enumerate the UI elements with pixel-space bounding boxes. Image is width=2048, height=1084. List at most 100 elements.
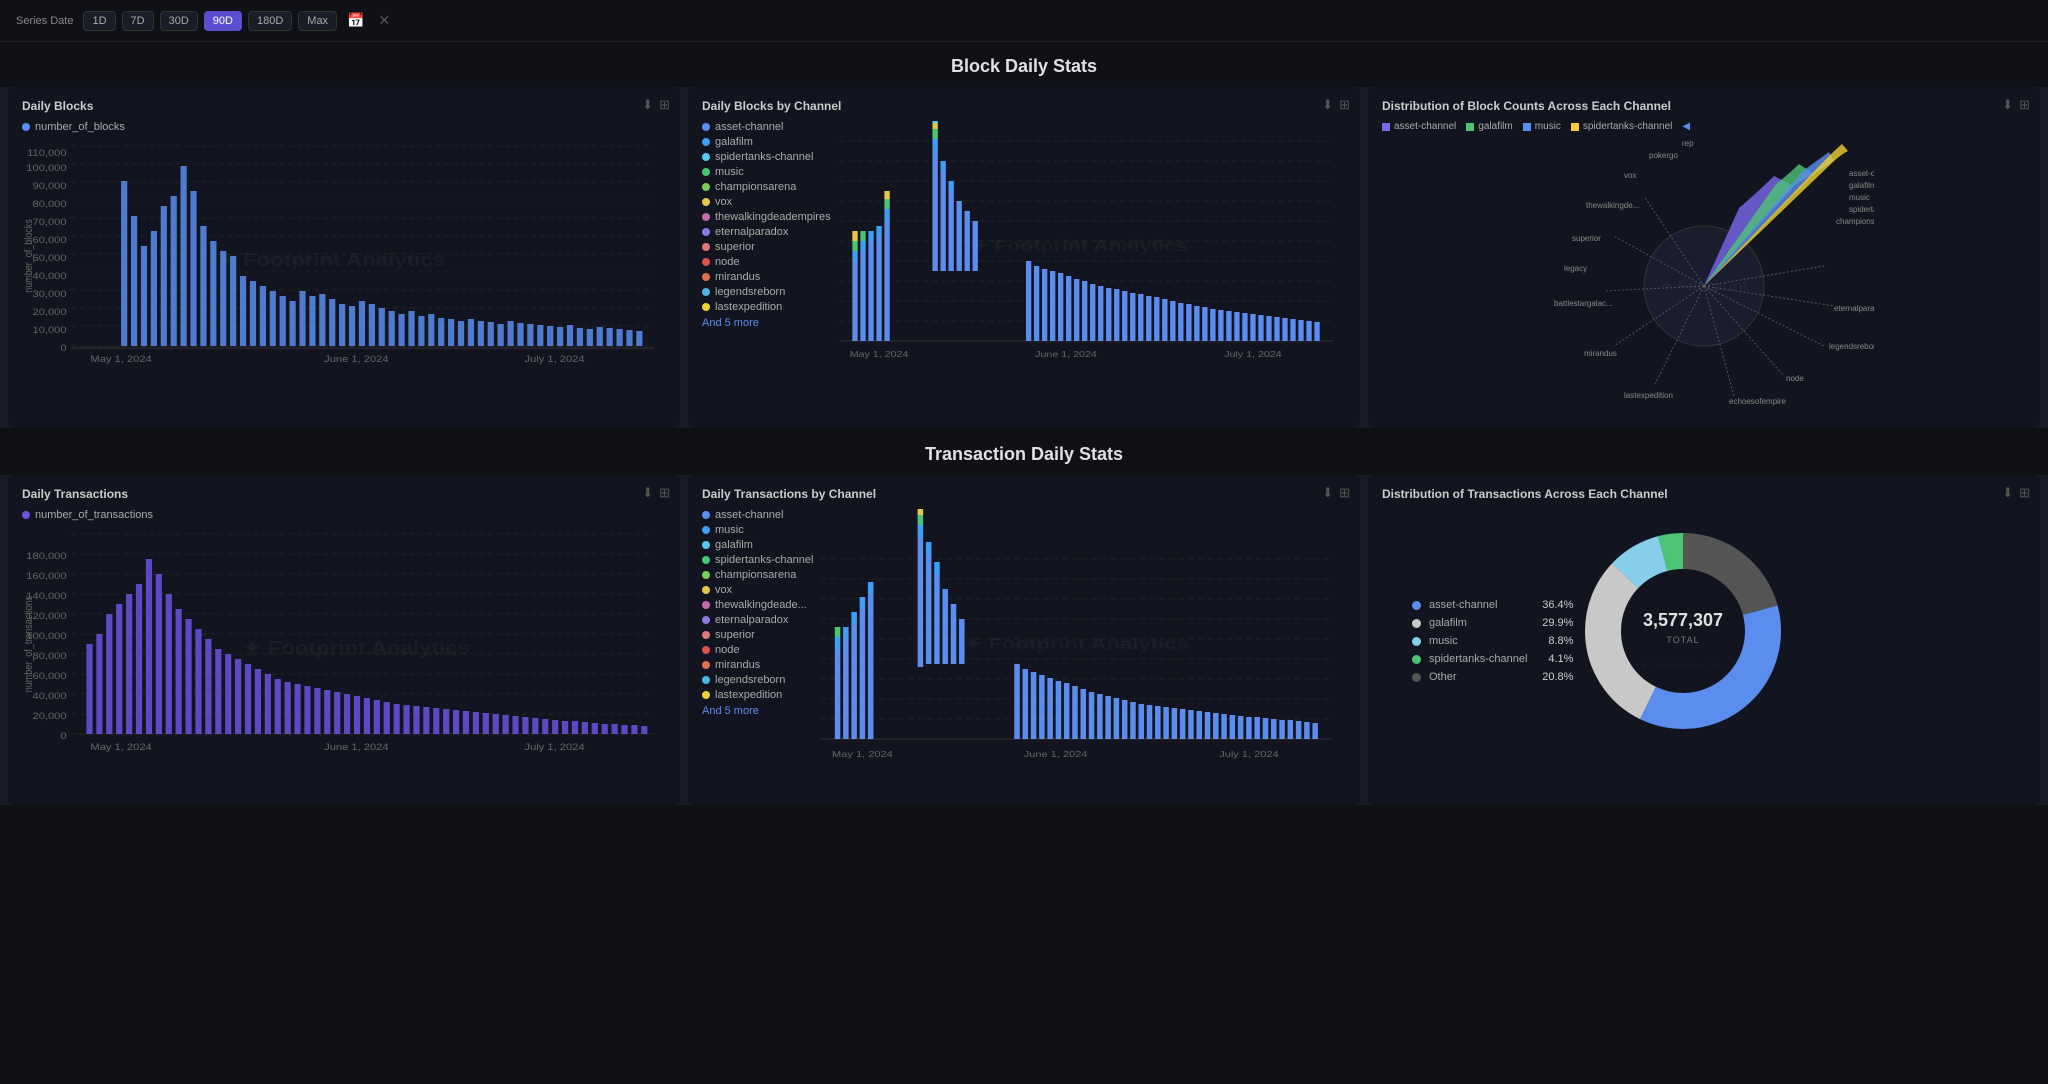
tx-label-10: mirandus <box>715 659 760 671</box>
svg-text:July 1, 2024: July 1, 2024 <box>524 743 584 753</box>
close-icon[interactable]: ✕ <box>375 10 395 31</box>
settings-btn-4[interactable]: ⊞ <box>659 485 670 501</box>
date-btn-max[interactable]: Max <box>298 11 337 31</box>
date-btn-1d[interactable]: 1D <box>83 11 115 31</box>
settings-btn-5[interactable]: ⊞ <box>1339 485 1350 501</box>
legend-label-0: asset-channel <box>715 121 784 133</box>
download-btn-2[interactable]: ⬇ <box>1322 97 1333 113</box>
tx-legend-6: thewalkingdeade... <box>702 599 813 611</box>
date-btn-30d[interactable]: 30D <box>160 11 198 31</box>
tx-label-3: spidertanks-channel <box>715 554 813 566</box>
legend-dot-2 <box>702 153 710 161</box>
tx-dot-12 <box>702 691 710 699</box>
svg-text:May 1, 2024: May 1, 2024 <box>849 349 908 358</box>
legend-label-8: superior <box>715 241 755 253</box>
donut-pct-4: 20.8% <box>1535 671 1573 683</box>
download-btn-5[interactable]: ⬇ <box>1322 485 1333 501</box>
legend-item-7: eternalparadox <box>702 226 831 238</box>
svg-text:50,000: 50,000 <box>33 254 67 264</box>
donut-legend-3: spidertanks-channel 4.1% <box>1412 653 1573 665</box>
daily-tx-actions: ⬇ ⊞ <box>642 485 670 501</box>
svg-text:40,000: 40,000 <box>33 272 67 282</box>
tx-dist-legend: asset-channel 36.4% galafilm 29.9% music… <box>1412 599 1573 683</box>
svg-text:battlestargalac...: battlestargalac... <box>1554 299 1613 308</box>
legend-label-tx: number_of_transactions <box>35 509 153 521</box>
legend-item-9: node <box>702 256 831 268</box>
tx-by-channel-actions: ⬇ ⊞ <box>1322 485 1350 501</box>
settings-btn-6[interactable]: ⊞ <box>2019 485 2030 501</box>
donut-label-3: spidertanks-channel <box>1429 653 1527 665</box>
donut-pct-2: 8.8% <box>1535 635 1573 647</box>
legend-dot-11 <box>702 288 710 296</box>
blocks-channel-legend: asset-channel galafilm spidertanks-chann… <box>702 121 831 361</box>
tx-legend-9: node <box>702 644 813 656</box>
svg-text:30,000: 30,000 <box>33 290 67 300</box>
date-btn-7d[interactable]: 7D <box>122 11 154 31</box>
tx-legend-1: music <box>702 524 813 536</box>
download-btn-6[interactable]: ⬇ <box>2002 485 2013 501</box>
svg-text:80,000: 80,000 <box>33 652 67 662</box>
settings-btn-2[interactable]: ⊞ <box>1339 97 1350 113</box>
blocks-by-channel-title: Daily Blocks by Channel <box>702 99 1346 113</box>
svg-text:eternalparadox: eternalparadox <box>1834 304 1874 313</box>
svg-text:number_of_blocks: number_of_blocks <box>23 219 35 293</box>
date-btn-180d[interactable]: 180D <box>248 11 292 31</box>
svg-text:echoesofempire: echoesofempire <box>1729 397 1786 406</box>
legend-item-11: legendsreborn <box>702 286 831 298</box>
dist-sq-0 <box>1382 123 1390 131</box>
donut-dot-2 <box>1412 637 1421 646</box>
donut-dot-1 <box>1412 619 1421 628</box>
svg-text:music: music <box>1849 193 1870 202</box>
settings-btn-1[interactable]: ⊞ <box>659 97 670 113</box>
daily-tx-legend: number_of_transactions <box>22 509 666 521</box>
tx-label-2: galafilm <box>715 539 753 551</box>
legend-item-4: championsarena <box>702 181 831 193</box>
tx-legend-4: championsarena <box>702 569 813 581</box>
tx-and-more[interactable]: And 5 more <box>702 705 813 717</box>
legend-dot-0 <box>702 123 710 131</box>
svg-text:thewalkingde...: thewalkingde... <box>1586 201 1639 210</box>
tx-label-12: lastexpedition <box>715 689 782 701</box>
donut-legend-2: music 8.8% <box>1412 635 1573 647</box>
donut-label-4: Other <box>1429 671 1457 683</box>
tx-dist-title: Distribution of Transactions Across Each… <box>1382 487 2026 501</box>
legend-label-3: music <box>715 166 744 178</box>
donut-chart: 3,577,307 TOTAL ✦ Footprint Analytics <box>1573 521 1793 741</box>
tx-dot-8 <box>702 631 710 639</box>
tx-legend-10: mirandus <box>702 659 813 671</box>
tx-by-channel-title: Daily Transactions by Channel <box>702 487 1346 501</box>
legend-dot-6 <box>702 213 710 221</box>
svg-text:✦ Footprint: ✦ Footprint <box>1660 278 1749 295</box>
legend-dot-12 <box>702 303 710 311</box>
svg-text:June 1, 2024: June 1, 2024 <box>324 743 389 753</box>
block-dist-legend-row: asset-channel galafilm music spidertanks… <box>1382 121 2026 132</box>
dist-legend-0: asset-channel <box>1382 121 1456 132</box>
block-dist-more[interactable]: ◀ <box>1682 121 1690 132</box>
settings-btn-3[interactable]: ⊞ <box>2019 97 2030 113</box>
download-btn-4[interactable]: ⬇ <box>642 485 653 501</box>
download-btn-3[interactable]: ⬇ <box>2002 97 2013 113</box>
date-btn-90d[interactable]: 90D <box>204 11 242 31</box>
tx-by-channel-panel: Daily Transactions by Channel ⬇ ⊞ asset-… <box>688 475 1360 805</box>
blocks-by-channel-actions: ⬇ ⊞ <box>1322 97 1350 113</box>
download-btn-1[interactable]: ⬇ <box>642 97 653 113</box>
tx-label-0: asset-channel <box>715 509 784 521</box>
svg-text:legendsreborn: legendsreborn <box>1829 342 1874 351</box>
tx-label-8: superior <box>715 629 755 641</box>
legend-label-11: legendsreborn <box>715 286 785 298</box>
svg-text:0: 0 <box>60 732 67 742</box>
tx-dot-11 <box>702 676 710 684</box>
blocks-and-more[interactable]: And 5 more <box>702 317 831 329</box>
legend-dot-3 <box>702 168 710 176</box>
svg-text:✦ Footprint Analytics: ✦ Footprint Analytics <box>1642 661 1726 671</box>
svg-text:60,000: 60,000 <box>33 236 67 246</box>
legend-label-7: eternalparadox <box>715 226 788 238</box>
top-bar: Series Date 1D 7D 30D 90D 180D Max 📅 ✕ <box>0 0 2048 42</box>
svg-text:asset-channel: asset-channel <box>1849 169 1874 178</box>
calendar-icon[interactable]: 📅 <box>343 10 368 31</box>
svg-text:championsar...: championsar... <box>1836 217 1874 226</box>
legend-dot-7 <box>702 228 710 236</box>
bottom-spacer <box>0 807 2048 827</box>
blocks-by-channel-chart-area: 0 10,000 20,000 30,000 40,000 50,000 60,… <box>839 121 1346 384</box>
legend-item-6: thewalkingdeadempires <box>702 211 831 223</box>
